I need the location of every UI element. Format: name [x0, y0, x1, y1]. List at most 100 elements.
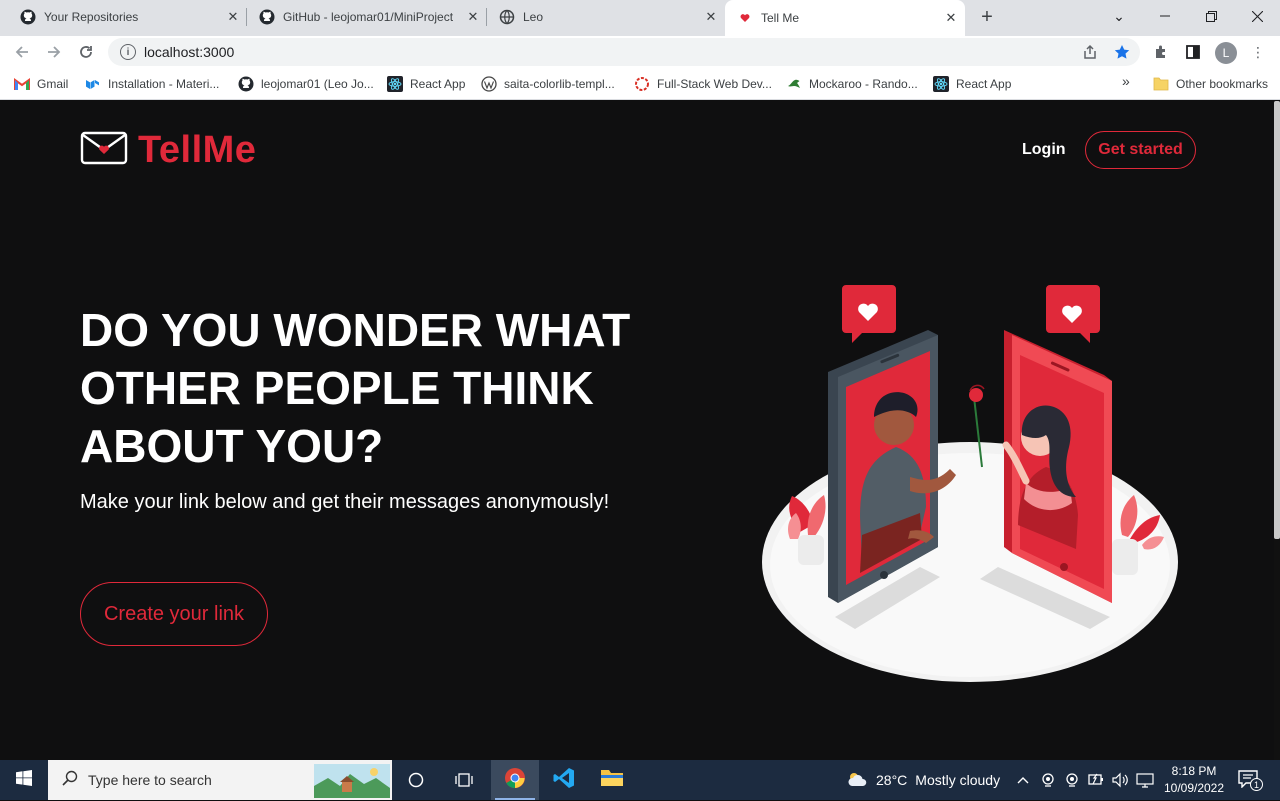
weather-temp: 28°C [876, 772, 908, 788]
bookmark-label: React App [956, 77, 1012, 91]
bookmark-react-app-2[interactable]: React App [933, 76, 1011, 92]
notification-icon: 1 [1238, 770, 1263, 791]
cloudy-weather-icon [846, 770, 868, 791]
volume-icon[interactable] [1112, 760, 1130, 800]
bookmark-saita-colorlib[interactable]: saita-colorlib-templ... [481, 76, 615, 92]
url-text[interactable]: localhost:3000 [144, 44, 234, 60]
globe-icon [499, 9, 515, 25]
windows-logo-icon [16, 769, 32, 791]
bookmark-installation-materi[interactable]: Installation - Materi... [85, 76, 219, 92]
ring-icon [634, 76, 650, 92]
clock-date: 10/09/2022 [1163, 781, 1225, 795]
search-icon [62, 770, 78, 791]
bookmark-label: Gmail [37, 77, 69, 91]
weather-widget[interactable]: 28°C Mostly cloudy [846, 760, 1000, 800]
bookmarks-bar: Gmail Installation - Materi... leojomar0… [0, 68, 1280, 100]
network-icon[interactable] [1136, 760, 1154, 800]
back-button[interactable] [10, 40, 34, 64]
search-placeholder: Type here to search [88, 772, 212, 788]
bookmark-label: React App [410, 77, 466, 91]
other-bookmarks-folder[interactable]: Other bookmarks [1153, 76, 1268, 92]
battery-icon[interactable] [1088, 760, 1104, 800]
tab-search-icon[interactable]: ⌄ [1096, 0, 1142, 32]
login-link[interactable]: Login [1022, 141, 1066, 159]
menu-kebab-icon[interactable]: ⋮ [1248, 42, 1268, 62]
windows-taskbar: Type here to search 28°C Mostly cloudy 8… [0, 760, 1280, 800]
close-icon[interactable]: ✕ [463, 7, 483, 27]
profile-avatar[interactable]: L [1215, 42, 1237, 64]
hero-headline: DO YOU WONDER WHAT OTHER PEOPLE THINK AB… [80, 304, 631, 472]
chrome-taskbar-button[interactable] [491, 760, 539, 800]
create-link-button[interactable]: Create your link [80, 582, 268, 646]
meet-now-icon[interactable] [1040, 760, 1056, 800]
search-highlight-image [314, 764, 390, 801]
new-tab-button[interactable]: + [976, 6, 998, 28]
bookmark-leojomar01[interactable]: leojomar01 (Leo Jo... [238, 76, 374, 92]
cortana-button[interactable] [392, 760, 440, 800]
mui-icon [85, 76, 101, 92]
weather-desc: Mostly cloudy [915, 772, 1001, 788]
bookmark-full-stack-web-dev[interactable]: Full-Stack Web Dev... [634, 76, 772, 92]
close-window-button[interactable] [1234, 0, 1280, 32]
github-icon [20, 9, 36, 25]
heart-icon [737, 10, 753, 26]
bookmark-label: Mockaroo - Rando... [809, 77, 918, 91]
github-icon [259, 9, 275, 25]
bookmark-star-icon[interactable] [1112, 42, 1132, 62]
mockaroo-icon [786, 76, 802, 92]
start-button[interactable] [0, 760, 48, 800]
tab-title: Leo [523, 9, 544, 24]
tab-leo[interactable]: Leo ✕ [487, 0, 725, 33]
close-icon[interactable]: ✕ [701, 7, 721, 27]
share-icon[interactable] [1080, 42, 1100, 62]
bookmarks-overflow-button[interactable]: » [1122, 73, 1130, 89]
tab-title: Your Repositories [44, 9, 139, 24]
notifications-button[interactable]: 1 [1238, 760, 1263, 800]
tab-title: Tell Me [761, 11, 800, 25]
minimize-button[interactable] [1142, 0, 1188, 32]
clock-time: 8:18 PM [1171, 764, 1217, 778]
scrollbar-thumb[interactable] [1274, 101, 1280, 539]
taskbar-clock[interactable]: 8:18 PM 10/09/2022 [1158, 763, 1230, 797]
bookmark-label: leojomar01 (Leo Jo... [261, 77, 374, 91]
react-icon [933, 76, 949, 92]
bookmark-label: Other bookmarks [1176, 77, 1269, 91]
webcam-icon[interactable] [1064, 760, 1080, 800]
browser-toolbar: i localhost:3000 ⋮ [0, 36, 1280, 68]
info-icon[interactable]: i [120, 44, 136, 60]
notification-count: 1 [1250, 778, 1263, 791]
page-scrollbar[interactable] [1274, 101, 1280, 760]
bookmark-gmail[interactable]: Gmail [14, 76, 68, 92]
gmail-icon [14, 76, 30, 92]
bookmark-label: saita-colorlib-templ... [504, 77, 615, 91]
extensions-icon[interactable] [1151, 42, 1171, 62]
bookmark-label: Installation - Materi... [108, 77, 220, 91]
envelope-heart-icon [80, 130, 128, 171]
bookmark-react-app[interactable]: React App [387, 76, 465, 92]
chrome-icon [504, 767, 526, 794]
vscode-icon [553, 767, 575, 794]
side-panel-icon[interactable] [1183, 42, 1203, 62]
reload-button[interactable] [74, 40, 98, 64]
address-bar[interactable]: i localhost:3000 [108, 38, 1140, 66]
tab-your-repositories[interactable]: Your Repositories ✕ [0, 0, 247, 33]
github-icon [238, 76, 254, 92]
bookmark-label: Full-Stack Web Dev... [657, 77, 772, 91]
tab-tell-me[interactable]: Tell Me ✕ [725, 0, 965, 36]
tab-title: GitHub - leojomar01/MiniProject [283, 9, 454, 24]
react-icon [387, 76, 403, 92]
vscode-taskbar-button[interactable] [540, 760, 588, 800]
brand-logo[interactable]: TellMe [80, 129, 256, 172]
file-explorer-taskbar-button[interactable] [588, 760, 636, 800]
show-hidden-icons-button[interactable] [1016, 760, 1030, 800]
bookmark-mockaroo[interactable]: Mockaroo - Rando... [786, 76, 918, 92]
task-view-button[interactable] [440, 760, 488, 800]
folder-icon [600, 768, 624, 793]
close-icon[interactable]: ✕ [223, 7, 243, 27]
restore-button[interactable] [1188, 0, 1234, 32]
tab-github-miniproject[interactable]: GitHub - leojomar01/MiniProject ✕ [247, 0, 487, 33]
close-icon[interactable]: ✕ [941, 8, 961, 28]
forward-button[interactable] [42, 40, 66, 64]
get-started-button[interactable]: Get started [1085, 131, 1196, 169]
taskbar-search[interactable]: Type here to search [48, 760, 392, 800]
